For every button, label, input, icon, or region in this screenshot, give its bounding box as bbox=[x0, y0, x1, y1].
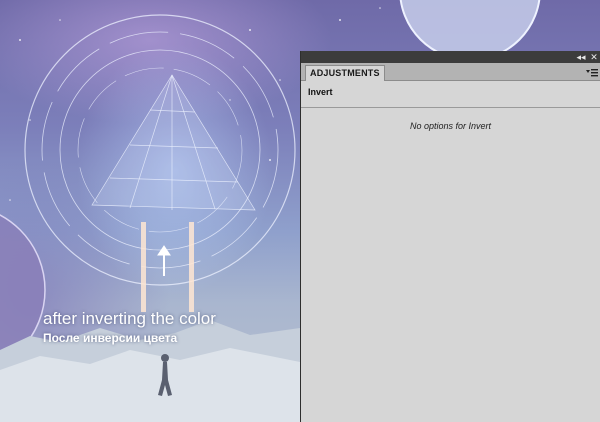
tab-adjustments[interactable]: ADJUSTMENTS bbox=[305, 65, 385, 81]
panel-header: Invert bbox=[301, 81, 600, 108]
collapse-icon[interactable]: ◂◂ bbox=[574, 51, 588, 63]
panel-topbar: ◂◂ ✕ bbox=[301, 51, 600, 63]
caption-english: after inverting the color bbox=[43, 309, 216, 328]
panel-title: Invert bbox=[308, 87, 333, 97]
close-icon[interactable]: ✕ bbox=[589, 51, 599, 63]
adjustments-panel: ◂◂ ✕ ADJUSTMENTS Invert No options for I… bbox=[300, 51, 600, 422]
caption-russian: После инверсии цвета bbox=[43, 331, 178, 345]
panel-tabbar: ADJUSTMENTS bbox=[301, 63, 600, 81]
arrow-up-icon bbox=[157, 245, 171, 276]
no-options-message: No options for Invert bbox=[409, 121, 492, 131]
panel-menu-icon[interactable] bbox=[586, 66, 598, 78]
